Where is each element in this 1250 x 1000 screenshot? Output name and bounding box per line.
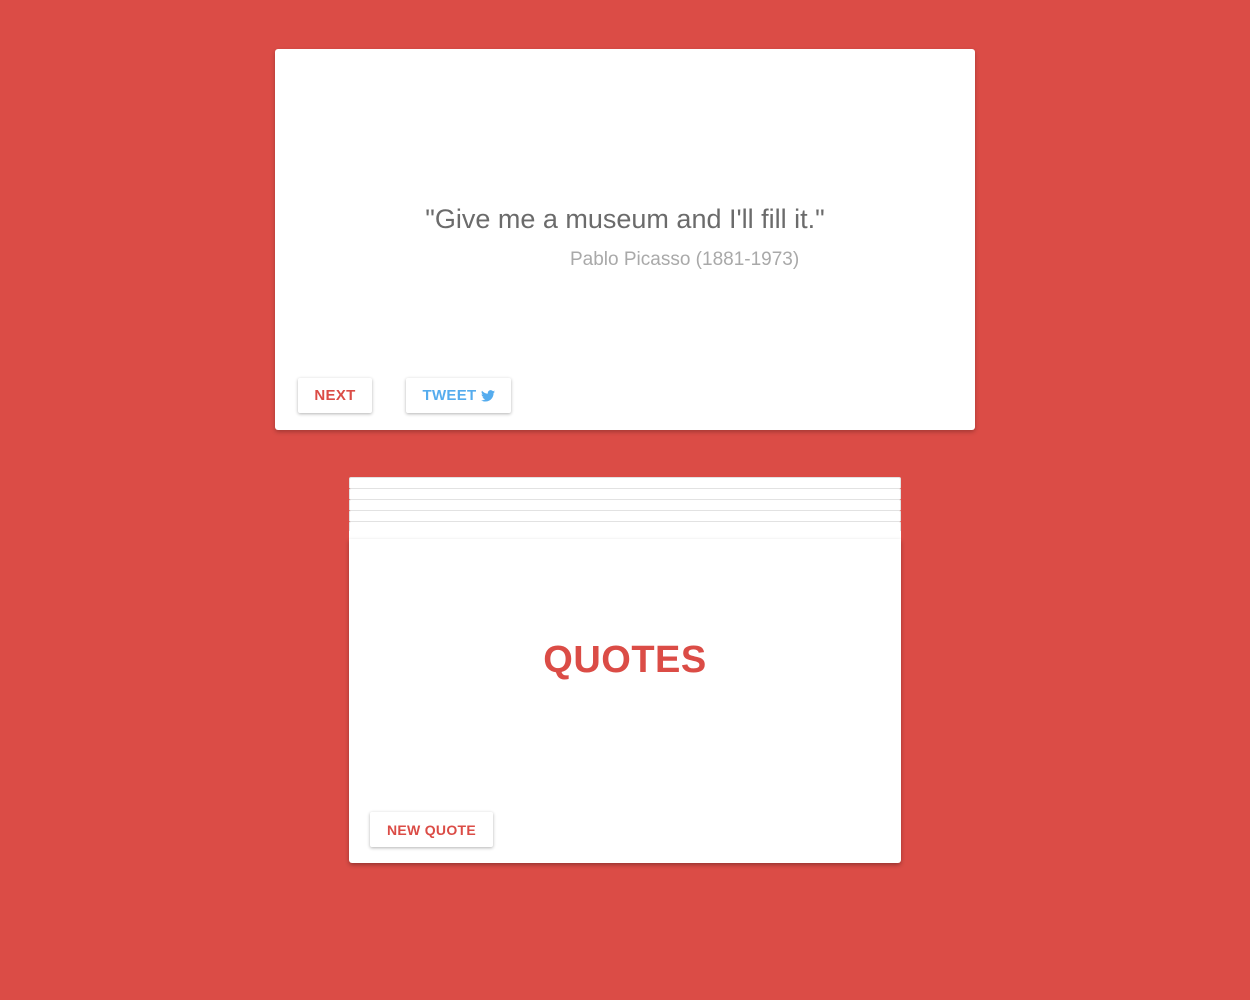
quote-card: "Give me a museum and I'll fill it." Pab…: [275, 49, 975, 430]
stack-layer: [349, 488, 901, 499]
tweet-button[interactable]: TWEET: [406, 378, 511, 413]
quotes-card-stack: QUOTES NEW QUOTE: [349, 477, 901, 863]
quote-author: Pablo Picasso (1881-1973): [570, 249, 800, 270]
quote-text: "Give me a museum and I'll fill it.": [425, 204, 825, 234]
stack-layer: [349, 477, 901, 488]
title-card: QUOTES NEW QUOTE: [349, 539, 901, 863]
next-button[interactable]: NEXT: [298, 378, 372, 413]
new-quote-button-label: NEW QUOTE: [386, 821, 477, 838]
new-quote-button[interactable]: NEW QUOTE: [370, 812, 493, 847]
quotes-title: QUOTES: [543, 639, 707, 681]
next-button-label: NEXT: [314, 387, 356, 404]
tweet-button-label: TWEET: [422, 387, 477, 404]
twitter-bird-icon: [480, 389, 495, 402]
stack-layer: [349, 499, 901, 510]
stack-layer: [349, 510, 901, 521]
